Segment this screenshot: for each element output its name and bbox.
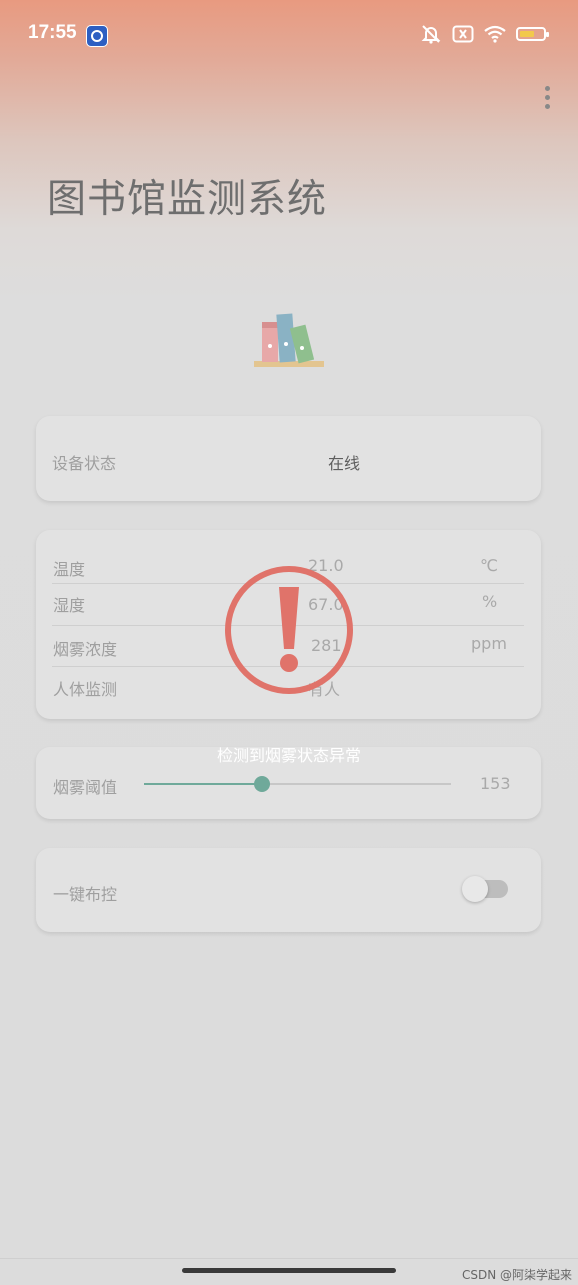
- threshold-value: 153: [480, 774, 511, 793]
- home-indicator[interactable]: [182, 1268, 396, 1273]
- system-icons: [420, 22, 549, 46]
- smoke-unit: ppm: [471, 634, 507, 653]
- arm-card: 一键布控: [36, 848, 541, 932]
- humidity-unit: %: [482, 592, 498, 611]
- slider-fill: [144, 783, 263, 785]
- arm-toggle[interactable]: [462, 876, 508, 902]
- device-status-value: 在线: [328, 454, 361, 473]
- temperature-label: 温度: [53, 560, 86, 579]
- alert-message: 检测到烟雾状态异常: [216, 746, 361, 765]
- threshold-slider[interactable]: [144, 776, 451, 792]
- slider-thumb[interactable]: [254, 776, 271, 792]
- battery-icon: [516, 27, 549, 41]
- device-status-card: 设备状态 在线: [36, 416, 541, 501]
- watermark: CSDN @阿柒学起来: [461, 1268, 572, 1282]
- page-title: 图书馆监测系统: [47, 177, 328, 222]
- mute-bell-icon: [421, 25, 441, 44]
- smoke-label: 烟雾浓度: [53, 640, 118, 659]
- sim-off-icon: [452, 25, 474, 43]
- humidity-label: 湿度: [53, 596, 86, 615]
- more-vert-icon[interactable]: [540, 86, 554, 110]
- app-badge-icon: [86, 25, 108, 47]
- human-detect-label: 人体监测: [53, 680, 118, 699]
- bottom-divider: [0, 1258, 578, 1259]
- arm-label: 一键布控: [53, 885, 118, 904]
- books-icon: [254, 313, 324, 367]
- threshold-label: 烟雾阈值: [53, 778, 118, 797]
- wifi-icon: [484, 25, 506, 43]
- device-status-label: 设备状态: [52, 454, 117, 473]
- status-time: 17:55: [28, 22, 77, 43]
- toggle-knob: [462, 876, 488, 902]
- exclamation-alert-icon: [225, 566, 353, 694]
- temperature-unit: ℃: [480, 556, 498, 575]
- status-bar: 17:55: [0, 0, 578, 60]
